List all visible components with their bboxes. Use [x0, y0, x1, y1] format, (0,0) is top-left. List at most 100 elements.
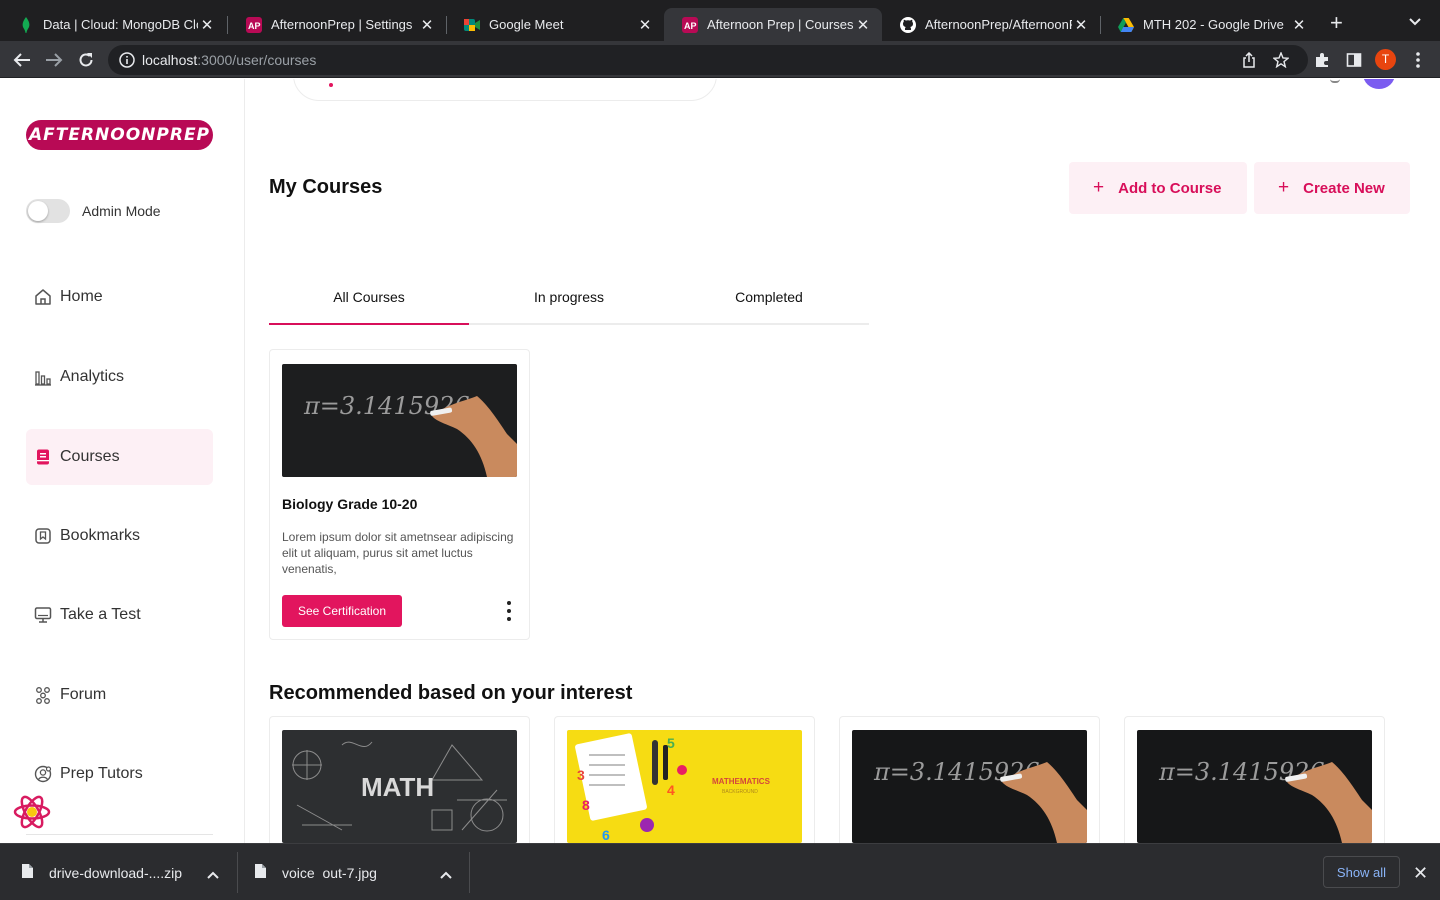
tab-all-courses[interactable]: All Courses — [269, 282, 469, 325]
search-indicator-dot — [329, 83, 333, 87]
new-tab-button[interactable]: + — [1330, 12, 1343, 34]
forum-icon — [34, 686, 52, 704]
courses-icon — [34, 448, 52, 466]
close-tab-icon[interactable]: ✕ — [198, 16, 216, 34]
recommended-course-card[interactable]: π=3.1415926 — [839, 716, 1100, 843]
add-to-course-button[interactable]: + Add to Course — [1069, 162, 1247, 214]
sidebar-item-courses[interactable]: Courses — [26, 429, 213, 485]
sidebar-item-label: Courses — [60, 448, 120, 465]
math-chalkboard-thumbnail: MATH — [282, 730, 517, 843]
toggle-knob — [28, 201, 48, 221]
profile-avatar[interactable]: T — [1375, 49, 1396, 70]
admin-mode-toggle[interactable] — [26, 199, 70, 223]
extensions-puzzle-icon[interactable] — [1313, 51, 1331, 69]
sidebar-item-take-a-test[interactable]: Take a Test — [26, 587, 213, 643]
svg-text:8: 8 — [582, 797, 590, 813]
svg-text:BACKGROUND: BACKGROUND — [722, 789, 758, 795]
course-description: Lorem ipsum dolor sit ametnsear adipisci… — [282, 530, 514, 576]
sidebar-item-label: Home — [60, 288, 103, 305]
tab-in-progress[interactable]: In progress — [469, 282, 669, 323]
user-avatar[interactable] — [1363, 79, 1395, 89]
bookmark-star-icon[interactable] — [1272, 51, 1290, 69]
tab-completed[interactable]: Completed — [669, 282, 869, 323]
recommended-course-card[interactable]: π=3.1415926 — [1124, 716, 1385, 843]
download-item[interactable]: voice out-7.jpg — [255, 844, 455, 900]
svg-text:AP: AP — [684, 21, 697, 31]
github-icon — [900, 16, 916, 33]
browser-tab-strip: Data | Cloud: MongoDB Clo ✕ AP Afternoon… — [0, 0, 1440, 44]
close-tab-icon[interactable]: ✕ — [1290, 16, 1308, 34]
close-download-bar-icon[interactable]: ✕ — [1413, 863, 1428, 884]
course-options-kebab-icon[interactable] — [503, 601, 515, 621]
svg-text:5: 5 — [667, 735, 675, 751]
tab-search-chevron-icon[interactable] — [1408, 14, 1422, 32]
close-tab-icon[interactable]: ✕ — [418, 16, 436, 34]
recommended-heading: Recommended based on your interest — [269, 682, 633, 704]
svg-text:MATH: MATH — [361, 772, 434, 802]
recommended-course-card[interactable]: 3 5 6 8 4 MATHEMATICS BACKGROUND — [554, 716, 815, 843]
url-text: localhost:3000/user/courses — [142, 52, 317, 68]
admin-mode-toggle-row: Admin Mode — [26, 199, 161, 223]
afternoonprep-icon: AP — [682, 16, 698, 33]
course-tabs: All Courses In progress Completed — [269, 282, 869, 325]
sidebar-item-analytics[interactable]: Analytics — [26, 349, 213, 405]
reload-icon[interactable] — [76, 50, 96, 70]
close-tab-icon[interactable]: ✕ — [1072, 16, 1090, 34]
notification-bell-icon[interactable] — [1330, 79, 1340, 83]
sidebar: AFTERNOONPREP Admin Mode Home Analytics … — [0, 79, 245, 843]
side-panel-icon[interactable] — [1345, 51, 1363, 69]
file-icon — [255, 864, 266, 881]
main-content: My Courses + Add to Course + Create New … — [245, 79, 1440, 843]
share-icon[interactable] — [1240, 51, 1258, 69]
sidebar-item-label: Bookmarks — [60, 527, 141, 544]
afternoonprep-logo[interactable]: AFTERNOONPREP — [26, 120, 213, 150]
course-card[interactable]: π=3.1415926 Biology Grade 10-20 Lorem ip… — [269, 349, 530, 640]
download-bar: drive-download-....zip voice out-7.jpg S… — [0, 843, 1440, 900]
google-meet-icon — [464, 17, 480, 33]
svg-text:3: 3 — [577, 767, 585, 783]
browser-tab-google-meet[interactable]: Google Meet ✕ — [446, 8, 664, 41]
svg-text:4: 4 — [667, 782, 675, 798]
recommended-course-card[interactable]: MATH — [269, 716, 530, 843]
search-bar[interactable] — [293, 79, 717, 101]
mathematics-background-thumbnail: 3 5 6 8 4 MATHEMATICS BACKGROUND — [567, 730, 802, 843]
browser-tab-mongodb[interactable]: Data | Cloud: MongoDB Clo ✕ — [0, 8, 226, 41]
download-separator — [237, 852, 238, 893]
file-icon — [22, 864, 33, 881]
chevron-up-icon[interactable] — [440, 866, 452, 882]
address-bar[interactable]: localhost:3000/user/courses — [108, 45, 1308, 75]
svg-text:6: 6 — [602, 827, 610, 843]
download-item[interactable]: drive-download-....zip — [22, 844, 222, 900]
show-all-downloads-button[interactable]: Show all — [1323, 856, 1400, 888]
bookmark-icon — [34, 527, 52, 545]
see-certification-button[interactable]: See Certification — [282, 595, 402, 627]
sidebar-item-home[interactable]: Home — [26, 269, 213, 325]
chevron-up-icon[interactable] — [207, 866, 219, 882]
sidebar-item-prep-tutors[interactable]: Prep Tutors — [26, 746, 213, 802]
course-thumbnail: π=3.1415926 — [282, 364, 517, 477]
browser-tab-settings[interactable]: AP AfternoonPrep | Settings ✕ — [228, 8, 446, 41]
chrome-menu-kebab-icon[interactable] — [1409, 51, 1427, 69]
sidebar-item-label: Prep Tutors — [60, 765, 143, 782]
react-devtools-icon[interactable] — [12, 792, 52, 832]
mongodb-leaf-icon — [18, 16, 34, 33]
afternoonprep-icon: AP — [246, 16, 262, 33]
close-tab-icon[interactable]: ✕ — [854, 16, 872, 34]
browser-tab-courses[interactable]: AP Afternoon Prep | Courses ✕ — [664, 8, 882, 41]
chalkboard-pi-thumbnail: π=3.1415926 — [852, 730, 1087, 843]
browser-toolbar: localhost:3000/user/courses T — [0, 41, 1440, 78]
site-info-icon[interactable] — [119, 52, 135, 73]
browser-tab-google-drive[interactable]: MTH 202 - Google Drive ✕ — [1100, 8, 1318, 41]
svg-text:MATHEMATICS: MATHEMATICS — [712, 777, 771, 786]
admin-mode-label: Admin Mode — [82, 203, 161, 219]
analytics-icon — [34, 368, 52, 386]
back-arrow-icon[interactable] — [12, 50, 32, 70]
browser-tab-github[interactable]: AfternoonPrep/AfternoonPr ✕ — [882, 8, 1100, 41]
create-new-button[interactable]: + Create New — [1254, 162, 1410, 214]
sidebar-item-bookmarks[interactable]: Bookmarks — [26, 508, 213, 564]
close-tab-icon[interactable]: ✕ — [636, 16, 654, 34]
download-separator — [469, 852, 470, 893]
forward-arrow-icon[interactable] — [44, 50, 64, 70]
tutors-icon — [34, 765, 52, 783]
sidebar-item-forum[interactable]: Forum — [26, 667, 213, 723]
